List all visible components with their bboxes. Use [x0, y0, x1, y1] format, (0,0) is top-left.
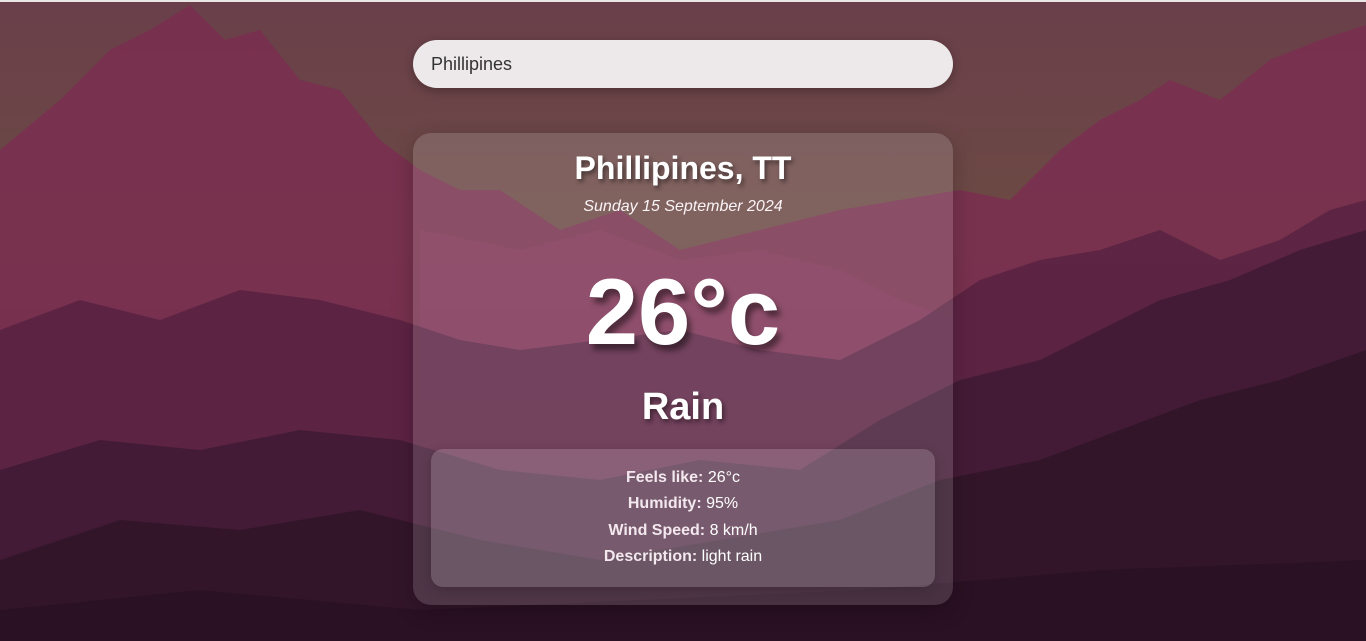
- top-border: [0, 0, 1366, 2]
- detail-description: Description: light rain: [431, 544, 935, 570]
- search-input[interactable]: [413, 40, 953, 88]
- detail-value: light rain: [701, 548, 763, 565]
- detail-label: Humidity:: [627, 495, 707, 512]
- weather-condition: Rain: [641, 386, 725, 428]
- location-title: Phillipines, TT: [574, 150, 792, 186]
- detail-label: Description:: [603, 548, 702, 565]
- search-bar: [413, 40, 953, 88]
- weather-details-panel: Feels like: 26°c Humidity: 95% Wind Spee…: [431, 449, 935, 587]
- detail-wind-speed: Wind Speed: 8 km/h: [431, 518, 935, 544]
- date-text: Sunday 15 September 2024: [583, 198, 783, 215]
- detail-value: 26°c: [707, 469, 741, 486]
- detail-feels-like: Feels like: 26°c: [431, 465, 935, 491]
- detail-label: Feels like:: [625, 469, 708, 486]
- detail-label: Wind Speed:: [608, 522, 710, 539]
- detail-value: 8 km/h: [709, 522, 758, 539]
- detail-value: 95%: [706, 495, 739, 512]
- detail-humidity: Humidity: 95%: [431, 491, 935, 517]
- weather-card: Phillipines, TT Sunday 15 September 2024…: [413, 133, 953, 605]
- temperature-readout: 26°c: [585, 259, 781, 364]
